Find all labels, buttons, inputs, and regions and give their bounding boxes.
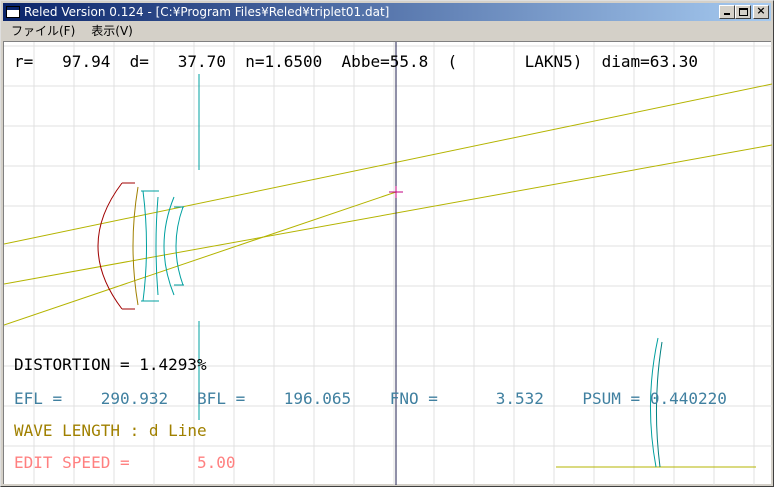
diam-value: diam=63.30 [601, 52, 698, 71]
d-label: d= [129, 52, 149, 71]
distortion-label: DISTORTION = [14, 355, 130, 374]
lens-drawing[interactable] [4, 42, 772, 485]
fno-label: FNO = [389, 389, 438, 408]
distortion-readout: DISTORTION = 1.4293% [14, 356, 207, 374]
distortion-value: 1.4293% [139, 355, 207, 374]
efl-readout: EFL = 290.932 BFL = 196.065 FNO = 3.532 … [14, 390, 727, 408]
efl-label: EFL = [14, 389, 63, 408]
minimize-button[interactable] [719, 5, 735, 19]
efl-value: 290.932 [100, 389, 169, 408]
edit-speed-readout: EDIT SPEED = 5.00 [14, 454, 236, 472]
caption-buttons: × [719, 4, 769, 19]
window-title: Reled Version 0.124 - [C:¥Program Files¥… [24, 5, 390, 19]
close-icon: × [756, 4, 766, 17]
fno-value: 3.532 [495, 389, 544, 408]
n-value: n=1.6500 [245, 52, 323, 71]
app-icon[interactable] [6, 6, 20, 18]
abbe-value: Abbe=55.8 [341, 52, 429, 71]
glass-name: ( LAKN5) [447, 52, 583, 71]
edit-speed-label: EDIT SPEED = [14, 453, 130, 472]
bfl-value: 196.065 [283, 389, 352, 408]
surface-readout: r= 97.94 d= 37.70 n=1.6500 Abbe=55.8 ( L… [14, 53, 698, 71]
close-button[interactable]: × [753, 4, 769, 19]
maximize-icon [739, 8, 748, 16]
title-bar[interactable]: Reled Version 0.124 - [C:¥Program Files¥… [3, 3, 771, 21]
edit-speed-value: 5.00 [197, 453, 236, 472]
menu-file[interactable]: ファイル(F) [3, 22, 83, 41]
ray-lower-exit [396, 62, 772, 192]
ray-lower [4, 191, 397, 326]
ray-upper [4, 83, 772, 245]
lens-drawing-canvas[interactable]: r= 97.94 d= 37.70 n=1.6500 Abbe=55.8 ( L… [3, 41, 772, 485]
r-label: r= [14, 52, 34, 71]
menu-view[interactable]: 表示(V) [83, 22, 141, 41]
d-value: 37.70 [177, 52, 226, 71]
bfl-label: BFL = [197, 389, 246, 408]
wavelength-readout: WAVE LENGTH : d Line [14, 421, 207, 440]
maximize-button[interactable] [735, 5, 751, 19]
minimize-icon [724, 13, 730, 15]
menu-bar: ファイル(F) 表示(V) [3, 22, 771, 41]
psum-label: PSUM = 0.440220 [582, 389, 727, 408]
r-value: 97.94 [62, 52, 111, 71]
app-window: Reled Version 0.124 - [C:¥Program Files¥… [0, 0, 774, 487]
